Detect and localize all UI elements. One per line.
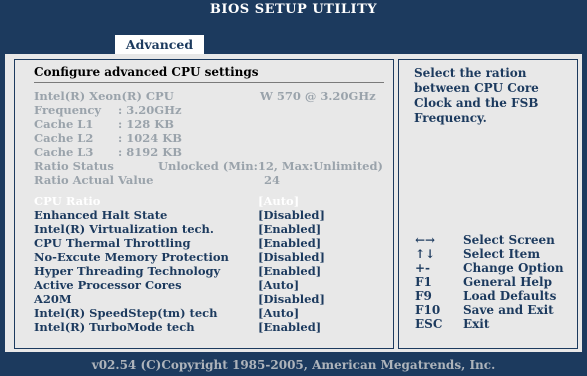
info-value-cache-l1: : 128 KB xyxy=(118,117,174,131)
setting-label-speedstep[interactable]: Intel(R) SpeedStep(tm) tech xyxy=(34,306,218,320)
key-desc: Change Option xyxy=(463,261,564,275)
key-desc: General Help xyxy=(463,275,552,289)
info-label: Intel(R) Xeon(R) CPU xyxy=(34,89,174,103)
info-row-cpu: Intel(R) Xeon(R) CPU xyxy=(34,89,174,103)
setting-value-turbomode[interactable]: [Enabled] xyxy=(258,320,321,334)
key-desc: Load Defaults xyxy=(463,289,557,303)
setting-label-cpu-ratio[interactable]: CPU Ratio xyxy=(34,194,100,208)
left-right-arrows-icon: ←→ xyxy=(415,233,436,247)
info-label-cache-l2: Cache L2 xyxy=(34,131,94,145)
setting-value-speedstep[interactable]: [Auto] xyxy=(258,306,299,320)
up-down-arrows-icon: ↑↓ xyxy=(415,247,436,261)
setting-label-active-cores[interactable]: Active Processor Cores xyxy=(34,278,182,292)
info-value-cache-l3: : 8192 KB xyxy=(118,145,182,159)
setting-label-thermal-throttling[interactable]: CPU Thermal Throttling xyxy=(34,236,191,250)
info-label-cache-l3: Cache L3 xyxy=(34,145,94,159)
section-divider xyxy=(34,82,384,83)
setting-value-hyper-threading[interactable]: [Enabled] xyxy=(258,264,321,278)
setting-value-active-cores[interactable]: [Auto] xyxy=(258,278,299,292)
key-label: +- xyxy=(415,261,431,275)
copyright-footer: v02.54 (C)Copyright 1985-2005, American … xyxy=(0,354,587,376)
key-label: ESC xyxy=(415,317,443,331)
info-value-ratio-status: Unlocked (Min:12, Max:Unlimited) xyxy=(158,159,383,173)
info-value-cache-l2: : 1024 KB xyxy=(118,131,182,145)
info-label-ratio-actual: Ratio Actual Value xyxy=(34,173,154,187)
key-desc: Exit xyxy=(463,317,490,331)
setting-value-enhanced-halt-state[interactable]: [Disabled] xyxy=(258,208,325,222)
tab-bar: Advanced xyxy=(0,20,587,54)
key-label: F10 xyxy=(415,303,441,317)
info-label-frequency: Frequency xyxy=(34,103,102,117)
window-title: BIOS SETUP UTILITY xyxy=(0,0,587,20)
tab-advanced[interactable]: Advanced xyxy=(115,35,204,54)
setting-value-no-execute-memory[interactable]: [Disabled] xyxy=(258,250,325,264)
setting-label-hyper-threading[interactable]: Hyper Threading Technology xyxy=(34,264,220,278)
key-label: F9 xyxy=(415,289,432,303)
setting-value-virtualization[interactable]: [Enabled] xyxy=(258,222,321,236)
info-value-ratio-actual: 24 xyxy=(264,173,281,187)
setting-label-turbomode[interactable]: Intel(R) TurboMode tech xyxy=(34,320,195,334)
info-label-cache-l1: Cache L1 xyxy=(34,117,94,131)
setting-label-enhanced-halt-state[interactable]: Enhanced Halt State xyxy=(34,208,167,222)
setting-label-virtualization[interactable]: Intel(R) Virtualization tech. xyxy=(34,222,214,236)
info-value-frequency: : 3.20GHz xyxy=(118,103,182,117)
setting-label-a20m[interactable]: A20M xyxy=(34,292,72,306)
setting-value-a20m[interactable]: [Disabled] xyxy=(258,292,325,306)
help-text: Select the ration between CPU Core Clock… xyxy=(414,66,539,125)
setting-value-cpu-ratio[interactable]: [Auto] xyxy=(258,194,299,208)
key-desc: Select Screen xyxy=(463,233,555,247)
key-desc: Save and Exit xyxy=(463,303,554,317)
info-value-cpu: W 570 @ 3.20GHz xyxy=(260,89,376,103)
key-label: F1 xyxy=(415,275,432,289)
setting-value-thermal-throttling[interactable]: [Enabled] xyxy=(258,236,321,250)
key-desc: Select Item xyxy=(463,247,541,261)
section-title: Configure advanced CPU settings xyxy=(34,65,259,79)
setting-label-no-execute-memory[interactable]: No-Excute Memory Protection xyxy=(34,250,229,264)
info-label-ratio-status: Ratio Status xyxy=(34,159,114,173)
